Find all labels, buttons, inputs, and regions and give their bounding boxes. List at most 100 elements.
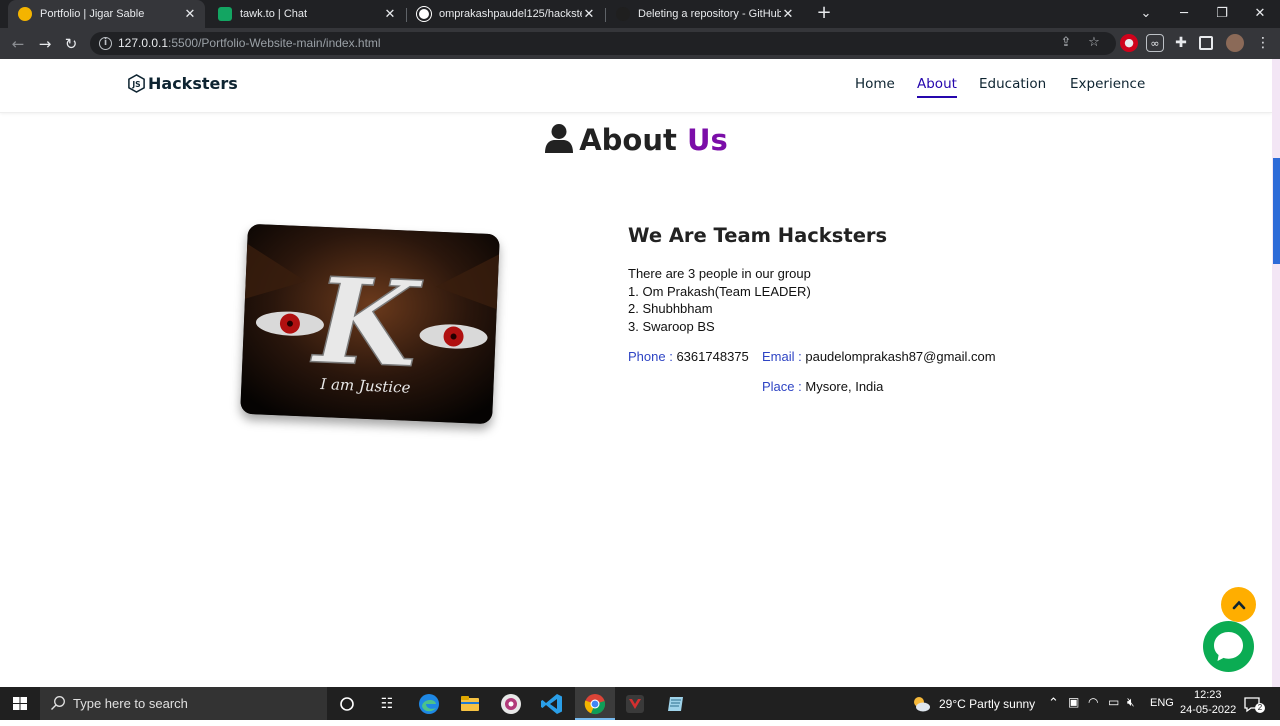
place-value: Mysore, India	[805, 379, 884, 394]
restore-icon[interactable]: ❐	[1204, 0, 1240, 28]
language-indicator[interactable]: ENG	[1150, 697, 1174, 709]
battery-icon[interactable]: ▭	[1108, 695, 1119, 709]
task-view-icon[interactable]: ☷	[374, 691, 400, 717]
place-label: Place :	[762, 379, 802, 394]
tab-title: Deleting a repository - GitHub D	[638, 8, 781, 20]
team-image: K I am Justice	[240, 223, 500, 425]
clock-date[interactable]: 24-05-2022	[1180, 704, 1236, 716]
kira-justice-artwork: K I am Justice	[240, 223, 500, 425]
tab-github-repo[interactable]: omprakashpaudel125/hacksters ✕	[407, 0, 604, 28]
close-tab-icon[interactable]: ✕	[781, 6, 795, 22]
place-info: Place : Mysore, India	[762, 379, 883, 394]
extension-red-icon[interactable]: ●	[1120, 34, 1138, 52]
image-letter: K	[309, 251, 425, 394]
clock-time[interactable]: 12:23	[1194, 689, 1222, 701]
site-info-icon[interactable]: i	[99, 37, 112, 50]
about-description: There are 3 people in our group 1. Om Pr…	[628, 265, 887, 335]
chevron-up-icon	[1232, 600, 1245, 610]
media-player-icon[interactable]	[498, 691, 524, 717]
description-line: 2. Shubhbham	[628, 301, 713, 316]
tab-search-chevron-icon[interactable]: ⌄	[1128, 0, 1164, 28]
tab-title: Portfolio | Jigar Sable	[40, 8, 145, 20]
nav-home[interactable]: Home	[855, 76, 895, 92]
tawkto-favicon-icon	[218, 7, 232, 21]
speaker-muted-icon[interactable]: 🔇︎	[1127, 695, 1135, 710]
tab-title: tawk.to | Chat	[240, 8, 308, 20]
title-accent: Us	[686, 123, 728, 157]
phone-value: 6361748375	[676, 349, 749, 364]
vscode-icon[interactable]	[539, 691, 565, 717]
github-favicon-icon	[417, 7, 431, 21]
forward-arrow-icon[interactable]: →	[34, 33, 56, 55]
user-icon	[545, 124, 574, 153]
svg-text:JS: JS	[131, 80, 140, 89]
section-title: About Us	[0, 123, 1272, 157]
bookmark-star-icon[interactable]: ☆	[1086, 35, 1102, 51]
github-docs-favicon-icon	[616, 7, 630, 21]
nav-experience[interactable]: Experience	[1070, 76, 1145, 92]
profile-avatar[interactable]	[1226, 34, 1244, 52]
windows-start-button[interactable]	[0, 687, 40, 720]
tray-chevron-up-icon[interactable]: ⌃	[1048, 695, 1059, 711]
page-scrollbar[interactable]	[1272, 59, 1280, 687]
tab-portfolio[interactable]: Portfolio | Jigar Sable ✕	[8, 0, 205, 28]
cortana-circle-icon[interactable]	[334, 691, 360, 717]
phone-label: Phone :	[628, 349, 673, 364]
weather-text[interactable]: 29°C Partly sunny	[939, 697, 1035, 711]
back-arrow-icon[interactable]: ←	[7, 33, 29, 55]
title-main: About	[579, 123, 677, 157]
image-caption: I am Justice	[319, 375, 411, 397]
predator-sense-icon[interactable]	[622, 691, 648, 717]
chat-widget-button[interactable]	[1203, 621, 1254, 672]
share-icon[interactable]: ⇪	[1058, 35, 1074, 51]
chrome-icon[interactable]	[582, 691, 608, 717]
extensions-puzzle-icon[interactable]: ✚	[1172, 34, 1190, 52]
search-placeholder: Type here to search	[73, 696, 188, 711]
menu-kebab-icon[interactable]: ⋮	[1254, 34, 1272, 52]
windows-taskbar: Type here to search ☷ 29°C Partly sunny …	[0, 687, 1280, 720]
wifi-icon[interactable]: ◠	[1088, 695, 1098, 709]
minimize-icon[interactable]: ─	[1166, 0, 1202, 28]
url-text: 127.0.0.1:5500/Portfolio-Website-main/in…	[118, 36, 381, 50]
chat-bubble-icon	[1214, 632, 1243, 661]
close-tab-icon[interactable]: ✕	[183, 6, 197, 22]
weather-partly-sunny-icon[interactable]	[908, 691, 934, 717]
phone-info: Phone : 6361748375	[628, 349, 749, 364]
reload-icon[interactable]: ↻	[60, 33, 82, 55]
tab-tawkto[interactable]: tawk.to | Chat ✕	[208, 0, 405, 28]
address-bar[interactable]: i 127.0.0.1:5500/Portfolio-Website-main/…	[90, 32, 1116, 55]
notes-app-icon[interactable]	[663, 691, 689, 717]
close-tab-icon[interactable]: ✕	[582, 6, 596, 22]
brand-logo-link[interactable]: JS Hacksters	[127, 74, 238, 93]
extension-glasses-icon[interactable]: ∞	[1146, 34, 1164, 52]
nav-education[interactable]: Education	[979, 76, 1046, 92]
close-window-icon[interactable]: ✕	[1242, 0, 1278, 28]
nav-about[interactable]: About	[917, 76, 957, 98]
notification-center-icon[interactable]: 2	[1241, 691, 1265, 717]
about-content: We Are Team Hacksters There are 3 people…	[628, 224, 887, 335]
tab-github-docs[interactable]: Deleting a repository - GitHub D ✕	[606, 0, 803, 28]
new-tab-plus-icon[interactable]: +	[814, 3, 834, 23]
email-value: paudelomprakash87@gmail.com	[805, 349, 996, 364]
description-line: There are 3 people in our group	[628, 266, 811, 281]
tray-app-icon[interactable]: ▣	[1068, 695, 1079, 709]
brand-name: Hacksters	[148, 74, 238, 93]
edge-browser-icon[interactable]	[416, 691, 442, 717]
file-explorer-icon[interactable]	[457, 691, 483, 717]
taskbar-search-box[interactable]: Type here to search	[40, 687, 327, 720]
smiley-favicon-icon	[18, 7, 32, 21]
scrollbar-thumb[interactable]	[1273, 158, 1280, 264]
tab-title: omprakashpaudel125/hacksters	[439, 8, 582, 20]
site-header: JS Hacksters Home About Education Experi…	[0, 59, 1272, 113]
web-page: JS Hacksters Home About Education Experi…	[0, 59, 1272, 687]
nodejs-hexagon-icon: JS	[128, 74, 145, 93]
side-panel-icon[interactable]	[1199, 36, 1213, 50]
browser-toolbar: ← → ↻ i 127.0.0.1:5500/Portfolio-Website…	[0, 28, 1280, 59]
description-line: 1. Om Prakash(Team LEADER)	[628, 283, 811, 299]
about-heading: We Are Team Hacksters	[628, 224, 888, 247]
close-tab-icon[interactable]: ✕	[383, 6, 397, 22]
url-path: :5500/Portfolio-Website-main/index.html	[168, 36, 381, 50]
scroll-top-button[interactable]	[1221, 587, 1256, 622]
email-label: Email :	[762, 349, 802, 364]
description-line: 3. Swaroop BS	[628, 318, 715, 334]
